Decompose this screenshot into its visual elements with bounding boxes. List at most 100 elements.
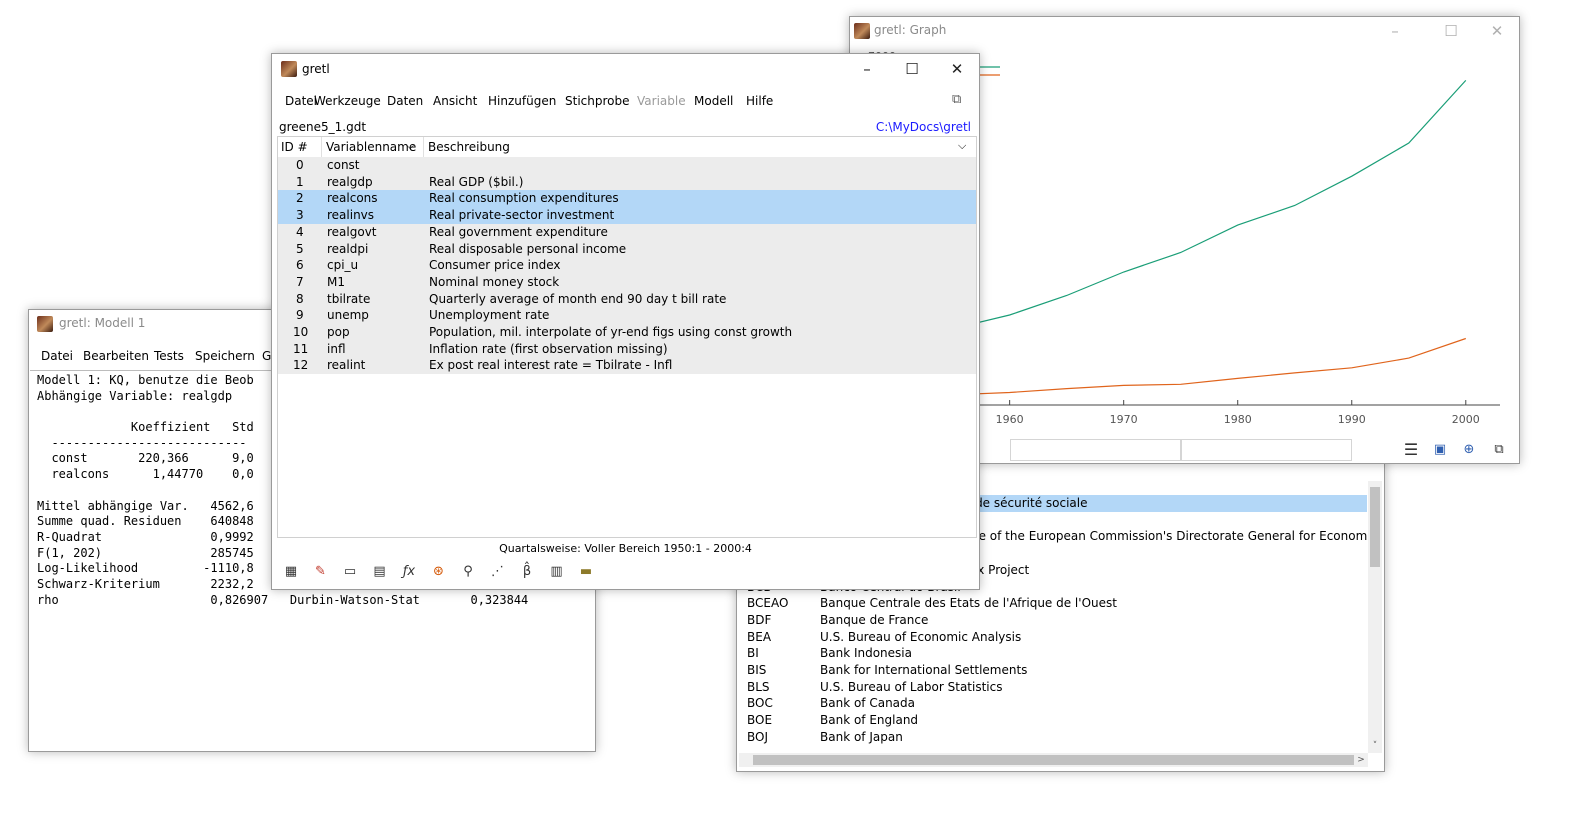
database-code: BEA — [747, 629, 772, 644]
variable-description: Population, mil. interpolate of yr-end f… — [429, 325, 793, 339]
database-description: s de sécurité sociale — [965, 496, 1088, 510]
database-row[interactable]: BIS Bank for International Settlements — [739, 662, 1367, 679]
variable-row[interactable]: 7 M1 Nominal money stock — [278, 273, 976, 291]
x-tick-label: 2000 — [1452, 413, 1480, 426]
menu-icon[interactable]: ☰ — [1402, 441, 1420, 459]
variable-description: Consumer price index — [429, 258, 561, 273]
variable-name: const — [327, 158, 360, 172]
close-button[interactable]: ✕ — [942, 58, 972, 80]
variable-id: 3 — [296, 208, 304, 223]
minimize-button[interactable]: – — [1380, 20, 1410, 42]
crosshair-icon[interactable]: ⊕ — [1460, 441, 1478, 459]
menu-hinzuf-gen[interactable]: Hinzufügen — [488, 94, 556, 108]
column-chooser-chevron-icon[interactable]: ⌵ — [958, 139, 966, 153]
variable-description: Inflation rate (first observation missin… — [429, 341, 668, 356]
menu-hilfe[interactable]: Hilfe — [746, 94, 773, 108]
model-menu-speichern[interactable]: Speichern — [195, 349, 255, 363]
variable-id: 7 — [296, 274, 304, 289]
column-header-name[interactable]: Variablenname — [326, 140, 416, 154]
variable-row[interactable]: 5 realdpi Real disposable personal income — [278, 240, 976, 258]
variable-row[interactable]: 11 infl Inflation rate (first observation … — [278, 340, 976, 358]
database-row[interactable]: BOE Bank of England — [739, 712, 1367, 729]
database-icon[interactable]: ▥ — [548, 563, 566, 581]
variable-name: realgdp — [327, 174, 373, 189]
variable-description: Real government expenditure — [429, 224, 608, 239]
database-row[interactable]: BDF Banque de France — [739, 612, 1367, 629]
variable-description: Quarterly average of month end 90 day t … — [429, 291, 727, 306]
scrollbar-thumb[interactable] — [1370, 487, 1380, 567]
variable-row[interactable]: 9 unemp Unemployment rate — [278, 307, 976, 325]
variable-row[interactable]: 3 realinvs Real private-sector investment — [278, 207, 976, 225]
menu-ansicht[interactable]: Ansicht — [433, 94, 477, 108]
main-menubar: Datei Werkzeuge Daten Ansicht Hinzufügen Stic… — [272, 91, 979, 113]
menu-werkzeuge[interactable]: Werkzeuge — [314, 94, 381, 108]
variable-row[interactable]: 0 const — [278, 157, 976, 174]
session-icon[interactable]: ▤ — [371, 563, 389, 581]
variable-row[interactable]: 6 cpi_u Consumer price index — [278, 257, 976, 275]
scroll-right-arrow-icon[interactable]: > — [1354, 753, 1368, 767]
variable-id: 1 — [296, 174, 304, 189]
function-icon[interactable]: ƒx — [400, 563, 418, 581]
model-menu-bearbeiten[interactable]: Bearbeiten — [83, 349, 149, 363]
maximize-button[interactable]: ☐ — [1436, 20, 1466, 42]
variable-row[interactable]: 12 realint Ex post real interest rate = Tb… — [278, 357, 976, 375]
variable-row[interactable]: 1 realgdp Real GDP ($bil.) — [278, 173, 976, 191]
horizontal-scrollbar[interactable]: > — [739, 753, 1368, 767]
database-row[interactable]: BOC Bank of Canada — [739, 695, 1367, 712]
database-row[interactable]: BEA U.S. Bureau of Economic Analysis — [739, 629, 1367, 646]
scatter-icon[interactable]: ⋰ — [489, 563, 507, 581]
close-button[interactable]: ✕ — [1482, 20, 1512, 42]
maximize-button[interactable]: ☐ — [897, 58, 927, 80]
variable-row[interactable]: 8 tbilrate Quarterly average of month end … — [278, 290, 976, 308]
main-titlebar[interactable]: gretl – ☐ ✕ — [272, 54, 979, 84]
variable-name: infl — [327, 341, 346, 356]
graph-window-title: gretl: Graph — [874, 23, 947, 37]
menu-datei[interactable]: Datei — [285, 94, 317, 108]
scroll-down-arrow-icon[interactable]: ˅ — [1368, 741, 1382, 753]
edit-icon[interactable]: ✎ — [312, 563, 330, 581]
window-icon[interactable]: ⧉ — [1490, 441, 1508, 459]
database-description: Banque de France — [820, 612, 929, 627]
directory-path[interactable]: C:\MyDocs\gretl — [876, 120, 971, 134]
zoom-fit-icon[interactable]: ▣ — [1431, 441, 1449, 459]
sort-chevron-icon[interactable]: ⌵ — [406, 139, 414, 153]
database-row[interactable]: BI Bank Indonesia — [739, 645, 1367, 662]
minimize-button[interactable]: – — [852, 58, 882, 80]
database-row[interactable]: BLS U.S. Bureau of Labor Statistics — [739, 679, 1367, 696]
variable-name: realinvs — [327, 208, 375, 223]
coordinate-field — [1010, 439, 1182, 461]
database-code: BDF — [747, 612, 772, 627]
x-tick-label: 1970 — [1110, 413, 1138, 426]
vertical-scrollbar[interactable]: ˅ — [1368, 481, 1382, 753]
column-header-description[interactable]: Beschreibung — [428, 140, 510, 154]
variable-row[interactable]: 4 realgovt Real government expenditure — [278, 223, 976, 241]
calculator-icon[interactable]: ▦ — [282, 563, 300, 581]
beta-icon[interactable]: β̂ — [518, 563, 536, 581]
column-header-id[interactable]: ID # — [281, 140, 308, 154]
gretl-app-icon — [854, 23, 870, 39]
detach-window-icon[interactable]: ⧉ — [952, 92, 968, 108]
menu-modell[interactable]: Modell — [694, 94, 733, 108]
menu-daten[interactable]: Daten — [387, 94, 423, 108]
scrollbar-thumb-horizontal[interactable] — [753, 755, 1354, 765]
database-row[interactable]: BOJ Bank of Japan — [739, 729, 1367, 746]
database-code: BOJ — [747, 729, 769, 744]
terminal-icon[interactable]: ▭ — [341, 563, 359, 581]
variable-row[interactable]: 10 pop Population, mil. interpolate of yr-… — [278, 324, 976, 341]
variable-id: 8 — [296, 291, 304, 306]
database-description: Bank for International Settlements — [820, 663, 1028, 677]
main-window-title: gretl — [302, 62, 330, 76]
variable-description: Real consumption expenditures — [429, 191, 619, 206]
file-name: greene5_1.gdt — [279, 120, 367, 134]
help-icon[interactable]: ⊛ — [430, 563, 448, 581]
model-menu-tests[interactable]: Tests — [154, 349, 184, 363]
folder-icon[interactable]: ▬ — [577, 563, 595, 581]
graph-titlebar[interactable]: gretl: Graph – ☐ ✕ — [850, 17, 1519, 45]
search-icon[interactable]: ⚲ — [459, 563, 477, 581]
series-line-1 — [895, 79, 1467, 343]
variable-row[interactable]: 2 realcons Real consumption expenditures — [278, 190, 976, 208]
model-menu-datei[interactable]: Datei — [41, 349, 73, 363]
database-row[interactable]: BCEAO Banque Centrale des Etats de l'Afri… — [739, 595, 1367, 612]
menu-stichprobe[interactable]: Stichprobe — [565, 94, 630, 108]
database-code: BI — [747, 646, 759, 661]
